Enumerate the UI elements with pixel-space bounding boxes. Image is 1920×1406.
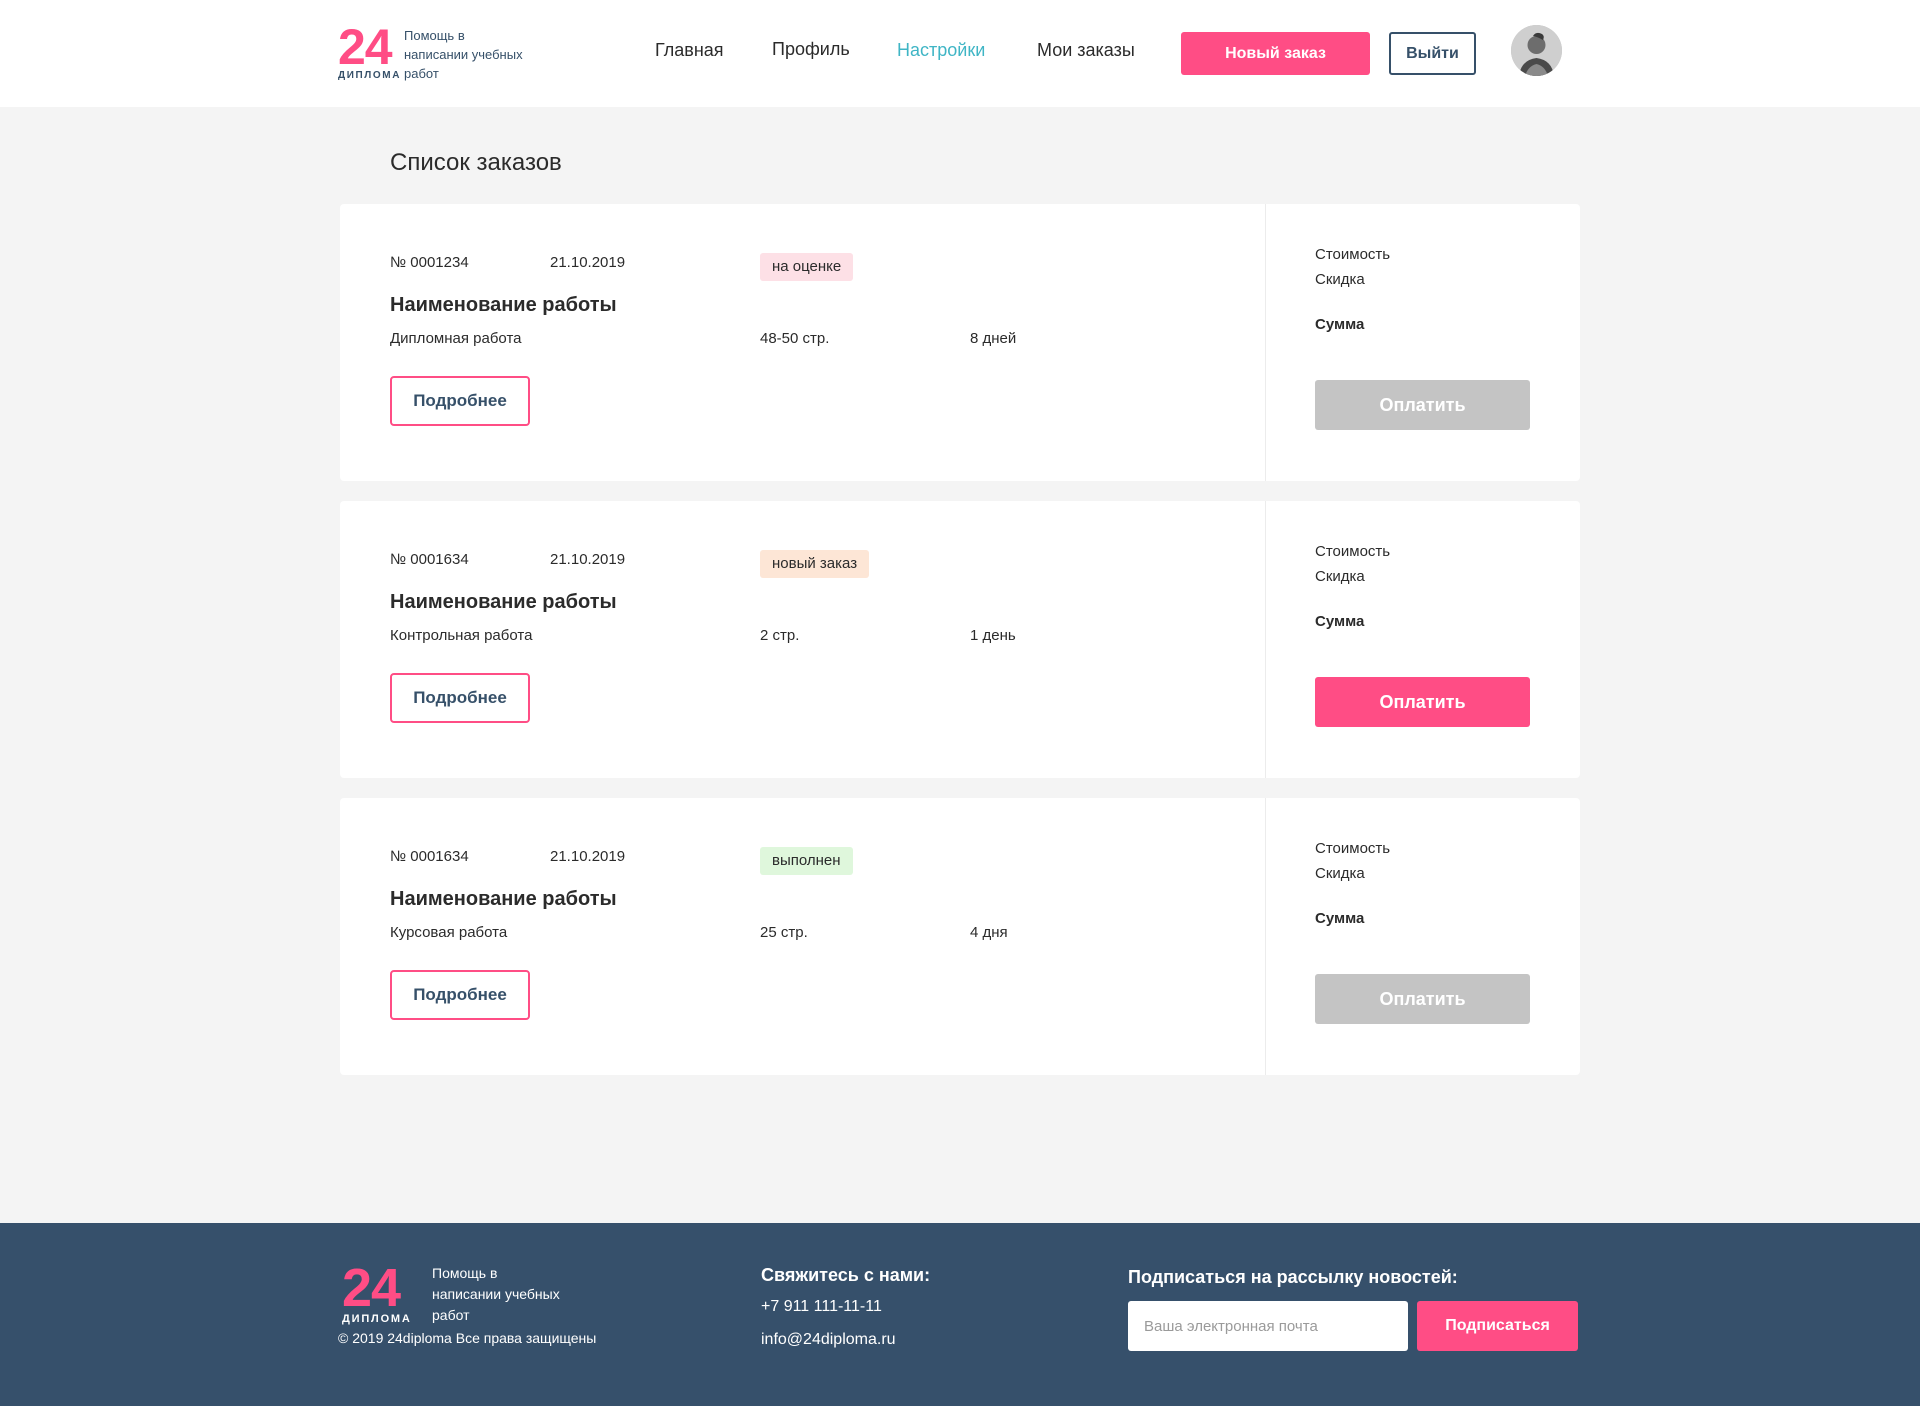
footer: 24 ДИПЛОМА Помощь в написании учебных ра… [0, 1223, 1920, 1406]
card-divider [1265, 501, 1266, 778]
footer-logo-caption: ДИПЛОМА [342, 1313, 412, 1325]
cost-label: Стоимость [1315, 246, 1391, 263]
avatar[interactable] [1511, 25, 1562, 76]
order-title: Наименование работы [390, 888, 617, 910]
footer-logo-number: 24 [342, 1258, 401, 1318]
order-date: 21.10.2019 [550, 254, 626, 271]
order-pages: 48-50 стр. [760, 330, 830, 347]
user-avatar-icon [1511, 25, 1562, 76]
sum-label: Сумма [1315, 316, 1365, 333]
sum-label: Сумма [1315, 910, 1365, 927]
nav-home[interactable]: Главная [655, 40, 724, 61]
order-number: № 0001634 [390, 848, 469, 865]
order-date: 21.10.2019 [550, 551, 626, 568]
details-button[interactable]: Подробнее [390, 376, 530, 426]
pay-button-disabled[interactable]: Оплатить [1315, 974, 1530, 1024]
nav-settings[interactable]: Настройки [897, 40, 985, 61]
card-divider [1265, 204, 1266, 481]
status-badge: новый заказ [760, 550, 870, 578]
order-title: Наименование работы [390, 294, 617, 316]
order-card: № 0001234 21.10.2019 на оценке Наименова… [340, 204, 1580, 481]
cost-label: Стоимость [1315, 543, 1391, 560]
status-badge: на оценке [760, 253, 854, 281]
discount-label: Скидка [1315, 568, 1365, 585]
nav-profile[interactable]: Профиль [772, 39, 850, 60]
discount-label: Скидка [1315, 865, 1365, 882]
order-pages: 2 стр. [760, 627, 800, 644]
order-duration: 8 дней [970, 330, 1017, 347]
pay-button[interactable]: Оплатить [1315, 677, 1530, 727]
sum-label: Сумма [1315, 613, 1365, 630]
order-duration: 4 дня [970, 924, 1008, 941]
order-date: 21.10.2019 [550, 848, 626, 865]
subscribe-email-input[interactable] [1128, 1301, 1408, 1351]
page-title: Список заказов [390, 149, 562, 176]
subscribe-title: Подписаться на рассылку новостей: [1128, 1267, 1458, 1287]
subscribe-button[interactable]: Подписаться [1417, 1301, 1578, 1351]
order-card: № 0001634 21.10.2019 новый заказ Наимено… [340, 501, 1580, 778]
logout-button[interactable]: Выйти [1389, 32, 1476, 75]
discount-label: Скидка [1315, 271, 1365, 288]
top-header: 24 ДИПЛОМА Помощь в написании учебных ра… [0, 0, 1920, 107]
contact-email-link[interactable]: info@24diploma.ru [761, 1331, 896, 1349]
logo-tagline: Помощь в написании учебных работ [404, 28, 523, 81]
details-button[interactable]: Подробнее [390, 673, 530, 723]
order-number: № 0001234 [390, 254, 469, 271]
footer-logo[interactable]: 24 ДИПЛОМА Помощь в написании учебных ра… [342, 1261, 560, 1325]
logo-number: 24 [338, 19, 393, 75]
pay-button-disabled[interactable]: Оплатить [1315, 380, 1530, 430]
new-order-button[interactable]: Новый заказ [1181, 32, 1370, 75]
details-button[interactable]: Подробнее [390, 970, 530, 1020]
contact-title: Свяжитесь с нами: [761, 1265, 931, 1285]
order-type: Курсовая работа [390, 924, 508, 941]
copyright: © 2019 24diploma Все права защищены [338, 1330, 597, 1346]
cost-label: Стоимость [1315, 840, 1391, 857]
footer-logo-tagline: Помощь в написании учебных работ [432, 1265, 560, 1323]
nav-my-orders[interactable]: Мои заказы [1037, 40, 1135, 61]
order-type: Дипломная работа [390, 330, 522, 347]
order-number: № 0001634 [390, 551, 469, 568]
contact-phone-link[interactable]: +7 911 111-11-11 [761, 1298, 882, 1316]
order-type: Контрольная работа [390, 627, 533, 644]
order-title: Наименование работы [390, 591, 617, 613]
logo[interactable]: 24 ДИПЛОМА Помощь в написании учебных ра… [338, 19, 523, 81]
order-card: № 0001634 21.10.2019 выполнен Наименован… [340, 798, 1580, 1075]
order-pages: 25 стр. [760, 924, 808, 941]
card-divider [1265, 798, 1266, 1075]
logo-caption: ДИПЛОМА [338, 70, 402, 81]
status-badge: выполнен [760, 847, 853, 875]
order-duration: 1 день [970, 627, 1016, 644]
